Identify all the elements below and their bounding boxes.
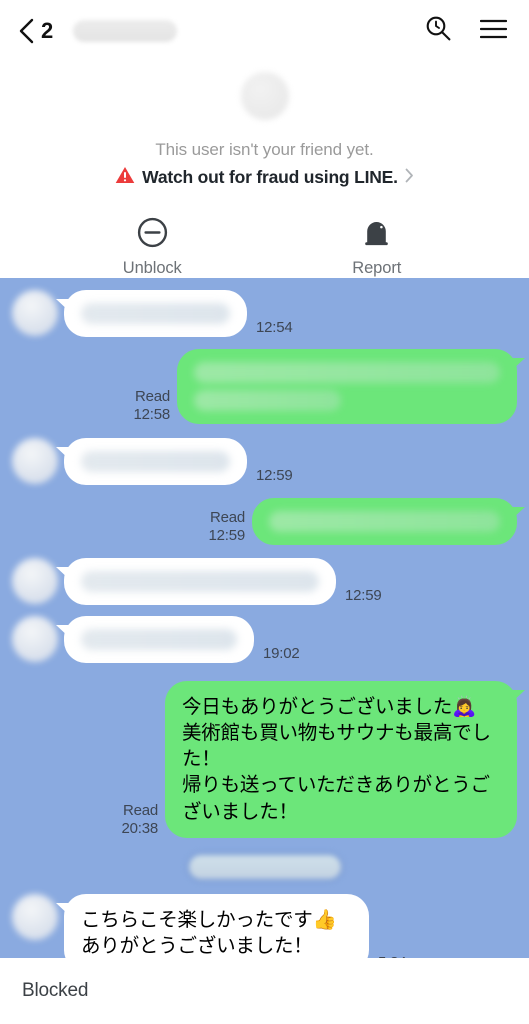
redaction-bar	[269, 511, 500, 532]
message-time: 20:38	[121, 819, 158, 837]
redacted-message-content	[81, 451, 230, 472]
avatar[interactable]	[12, 290, 58, 336]
redaction-bar	[81, 451, 230, 472]
message-time: 12:58	[133, 406, 170, 423]
fraud-warning-text: Watch out for fraud using LINE.	[142, 167, 398, 187]
report-bell-icon	[265, 215, 490, 249]
redaction-bar	[81, 571, 319, 592]
circle-minus-icon	[40, 215, 265, 249]
message-row: Read 20:38 今日もありがとうございました🙇‍♀️ 美術館も買い物もサウ…	[0, 681, 529, 838]
message-time: 12:59	[256, 467, 293, 484]
message-text: 今日もありがとうございました🙇‍♀️ 美術館も買い物もサウナも最高でした！ 帰り…	[182, 696, 491, 823]
avatar[interactable]	[12, 438, 58, 484]
message-row: 19:02	[0, 616, 529, 663]
message-time: 12:54	[256, 319, 293, 336]
message-meta: 19:02	[263, 645, 300, 663]
hamburger-menu-icon[interactable]	[479, 19, 508, 44]
unblock-label: Unblock	[122, 259, 182, 277]
message-time: 12:59	[345, 587, 382, 604]
message-meta: Read 20:38	[121, 802, 158, 838]
date-divider	[0, 851, 529, 882]
contact-name-redacted[interactable]	[72, 20, 177, 42]
contact-avatar[interactable]	[240, 72, 289, 120]
redaction-bar	[81, 303, 230, 324]
avatar[interactable]	[12, 893, 58, 940]
not-friend-text: This user isn't your friend yet.	[155, 140, 374, 159]
action-buttons: Unblock Report	[0, 215, 529, 278]
message-meta: 12:59	[256, 467, 293, 485]
message-bubble[interactable]	[56, 438, 247, 485]
redacted-message-content	[81, 629, 237, 650]
message-bubble[interactable]	[177, 349, 525, 424]
message-row: 12:59	[0, 438, 529, 485]
chat-header: 2	[0, 0, 529, 62]
message-row: Read 12:59	[0, 498, 529, 545]
date-divider-redacted	[185, 851, 344, 882]
message-row: 12:54	[0, 290, 529, 337]
read-receipt: Read	[122, 801, 158, 819]
message-bubble[interactable]	[56, 290, 247, 337]
message-row: 12:59	[0, 558, 529, 605]
chevron-right-icon	[405, 168, 414, 188]
message-meta: Read 12:59	[208, 509, 245, 545]
message-meta: Read 12:58	[133, 388, 170, 424]
friend-notice: This user isn't your friend yet. Watch o…	[0, 62, 529, 189]
message-bubble[interactable]	[56, 616, 254, 663]
redaction-bar	[81, 629, 237, 650]
redacted-message-content	[269, 511, 500, 532]
read-receipt: Read	[209, 509, 245, 526]
search-history-icon[interactable]	[425, 15, 452, 47]
redacted-message-content	[81, 303, 230, 324]
redaction-bar	[194, 390, 341, 411]
blocked-footer: Blocked	[0, 958, 529, 1024]
redaction-bar	[194, 362, 500, 383]
avatar[interactable]	[12, 616, 58, 662]
redacted-message-content	[81, 571, 319, 592]
message-text: こちらこそ楽しかったです👍 ありがとうございました！	[81, 908, 337, 957]
unblock-button[interactable]: Unblock	[40, 215, 265, 278]
report-label: Report	[352, 259, 402, 277]
avatar[interactable]	[12, 558, 58, 604]
warning-triangle-icon	[115, 166, 135, 189]
report-button[interactable]: Report	[265, 215, 490, 278]
blocked-status-label: Blocked	[22, 980, 89, 1001]
chat-message-list[interactable]: 12:54 Read 12:58 12:59 Read 12:59 12:59 …	[0, 278, 529, 958]
message-meta: 12:59	[345, 587, 382, 605]
fraud-warning-row[interactable]: Watch out for fraud using LINE.	[0, 166, 529, 189]
message-bubble[interactable]	[252, 498, 525, 545]
message-row: Read 12:58	[0, 349, 529, 424]
message-meta: 12:54	[256, 319, 293, 337]
message-time: 19:02	[263, 645, 300, 662]
back-chevron-icon[interactable]	[18, 18, 35, 44]
read-receipt: Read	[134, 388, 170, 405]
message-bubble[interactable]: 今日もありがとうございました🙇‍♀️ 美術館も買い物もサウナも最高でした！ 帰り…	[165, 681, 525, 838]
message-time: 12:59	[208, 527, 245, 544]
unread-count[interactable]: 2	[41, 18, 53, 44]
redacted-message-content	[194, 362, 500, 411]
message-row: こちらこそ楽しかったです👍 ありがとうございました！ 5:34	[0, 893, 529, 958]
message-bubble[interactable]	[56, 558, 336, 605]
message-bubble[interactable]: こちらこそ楽しかったです👍 ありがとうございました！	[56, 893, 369, 958]
